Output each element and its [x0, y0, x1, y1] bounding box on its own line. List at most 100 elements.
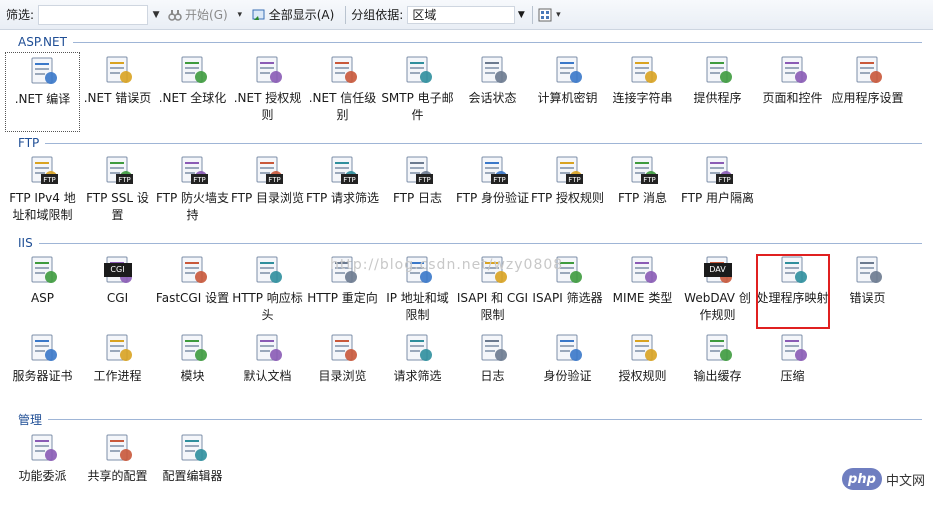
show-all-button[interactable]: 全部显示(A): [246, 4, 341, 26]
feature-tile[interactable]: 处理程序映射: [755, 252, 830, 332]
fastcgi-icon: [177, 254, 209, 286]
feature-tile[interactable]: FTP FTP 目录浏览: [230, 152, 305, 232]
feature-tile[interactable]: ASP: [5, 252, 80, 332]
feature-tile[interactable]: 压缩: [755, 330, 830, 410]
feature-tile[interactable]: 请求筛选: [380, 330, 455, 410]
filter-dropdown-icon[interactable]: ▼: [150, 10, 162, 20]
feature-tile-label: 工作进程: [93, 369, 142, 383]
feature-tile[interactable]: 共享的配置: [80, 430, 155, 510]
app-settings-icon: [852, 54, 884, 86]
feature-tile-label: ASP: [30, 291, 55, 305]
feature-tile[interactable]: MIME 类型: [605, 252, 680, 332]
feature-tile[interactable]: FTP FTP SSL 设置: [80, 152, 155, 232]
providers-icon: [702, 54, 734, 86]
group-by-select[interactable]: 区域: [407, 5, 516, 24]
feature-tile[interactable]: 输出缓存: [680, 330, 755, 410]
feature-tile-label: 身份验证: [543, 369, 592, 383]
feature-tile[interactable]: FTP FTP 日志: [380, 152, 455, 232]
feature-tile[interactable]: .NET 错误页: [80, 52, 155, 132]
feature-tile[interactable]: 默认文档: [230, 330, 305, 410]
view-mode-icon[interactable]: [538, 8, 552, 22]
smtp-email-icon: [402, 54, 434, 86]
configuration-editor-icon: [177, 432, 209, 464]
feature-tile-label: 默认文档: [243, 369, 292, 383]
icon-badge: DAV: [703, 263, 732, 277]
feature-tile[interactable]: 连接字符串: [605, 52, 680, 132]
svg-text:FTP: FTP: [643, 176, 655, 184]
feature-tile[interactable]: 身份验证: [530, 330, 605, 410]
feature-tile[interactable]: DAV WebDAV 创作规则: [680, 252, 755, 332]
request-filtering-icon: [402, 332, 434, 364]
ftp-messages-icon: FTP: [627, 154, 659, 186]
feature-tile-label: SMTP 电子邮件: [381, 91, 454, 122]
svg-text:FTP: FTP: [118, 176, 130, 184]
webdav-icon: DAV: [702, 254, 734, 286]
group-by-dropdown-icon[interactable]: ▼: [515, 10, 527, 20]
machine-key-icon: [552, 54, 584, 86]
feature-tile[interactable]: HTTP 响应标头: [230, 252, 305, 332]
feature-tile[interactable]: FTP FTP 请求筛选: [305, 152, 380, 232]
feature-tile-label: FTP 防火墙支持: [155, 191, 230, 222]
connection-string-icon: [627, 54, 659, 86]
binoculars-icon: [168, 9, 182, 21]
feature-tile[interactable]: .NET 编译: [5, 52, 80, 132]
feature-tile-label: .NET 授权规则: [233, 91, 302, 122]
feature-tile[interactable]: 授权规则: [605, 330, 680, 410]
feature-tile-label: ISAPI 筛选器: [532, 291, 603, 305]
feature-tile[interactable]: .NET 授权规则: [230, 52, 305, 132]
feature-tile[interactable]: 服务器证书: [5, 330, 80, 410]
filter-input[interactable]: [38, 4, 149, 25]
dotnet-error-page-icon: [102, 54, 134, 86]
feature-tile-label: 请求筛选: [393, 369, 442, 383]
feature-tile[interactable]: SMTP 电子邮件: [380, 52, 455, 132]
feature-tile[interactable]: 配置编辑器: [155, 430, 230, 510]
feature-tile-label: 页面和控件: [762, 91, 823, 105]
row-ftp: FTP FTP IPv4 地址和域限制 FTP FTP SSL 设置 FTP FTP 防火…: [5, 152, 755, 232]
feature-tile[interactable]: 提供程序: [680, 52, 755, 132]
feature-tile-label: 提供程序: [693, 91, 742, 105]
handler-mappings-icon: [777, 254, 809, 286]
feature-tile-label: 服务器证书: [12, 369, 73, 383]
svg-text:FTP: FTP: [343, 176, 355, 184]
ftp-ssl-icon: FTP: [102, 154, 134, 186]
feature-tile-label: .NET 信任级别: [308, 91, 377, 122]
feature-tile-label: 处理程序映射: [756, 291, 829, 305]
svg-text:FTP: FTP: [718, 176, 730, 184]
feature-tile[interactable]: 计算机密钥: [530, 52, 605, 132]
start-dropdown-icon[interactable]: ▾: [234, 10, 246, 20]
feature-tile-label: 应用程序设置: [831, 91, 904, 105]
feature-tile[interactable]: 页面和控件: [755, 52, 830, 132]
feature-tile[interactable]: FTP FTP IPv4 地址和域限制: [5, 152, 80, 232]
default-document-icon: [252, 332, 284, 364]
modules-icon: [177, 332, 209, 364]
feature-tile-label: 模块: [180, 369, 205, 383]
feature-tile[interactable]: 应用程序设置: [830, 52, 905, 132]
view-mode-dropdown-icon[interactable]: ▾: [552, 10, 564, 20]
feature-tile[interactable]: CGI CGI: [80, 252, 155, 332]
feature-tile[interactable]: 会话状态: [455, 52, 530, 132]
globe-icon: [177, 54, 209, 86]
feature-tile[interactable]: FTP FTP 消息: [605, 152, 680, 232]
dotnet-compile-icon: [27, 55, 59, 87]
start-button[interactable]: 开始(G): [162, 4, 234, 26]
feature-tile[interactable]: FTP FTP 用户隔离: [680, 152, 755, 232]
feature-tile[interactable]: 目录浏览: [305, 330, 380, 410]
feature-tile[interactable]: .NET 全球化: [155, 52, 230, 132]
feature-tile[interactable]: 日志: [455, 330, 530, 410]
feature-tile[interactable]: FastCGI 设置: [155, 252, 230, 332]
feature-tile[interactable]: 模块: [155, 330, 230, 410]
watermark-text: http://blog.csdn.net/wzy0808: [330, 257, 564, 273]
feature-tile[interactable]: FTP FTP 身份验证: [455, 152, 530, 232]
group-header-iis: IIS: [18, 236, 922, 250]
feature-tile-label: ISAPI 和 CGI 限制: [456, 291, 529, 322]
feature-tile[interactable]: 功能委派: [5, 430, 80, 510]
feature-tile[interactable]: 工作进程: [80, 330, 155, 410]
feature-tile[interactable]: FTP FTP 授权规则: [530, 152, 605, 232]
group-title: 管理: [18, 412, 43, 427]
feature-tile[interactable]: 错误页: [830, 252, 905, 332]
feature-tile-label: 目录浏览: [318, 369, 367, 383]
feature-tile[interactable]: FTP FTP 防火墙支持: [155, 152, 230, 232]
pages-controls-icon: [777, 54, 809, 86]
ftp-authentication-icon: FTP: [477, 154, 509, 186]
feature-tile[interactable]: .NET 信任级别: [305, 52, 380, 132]
